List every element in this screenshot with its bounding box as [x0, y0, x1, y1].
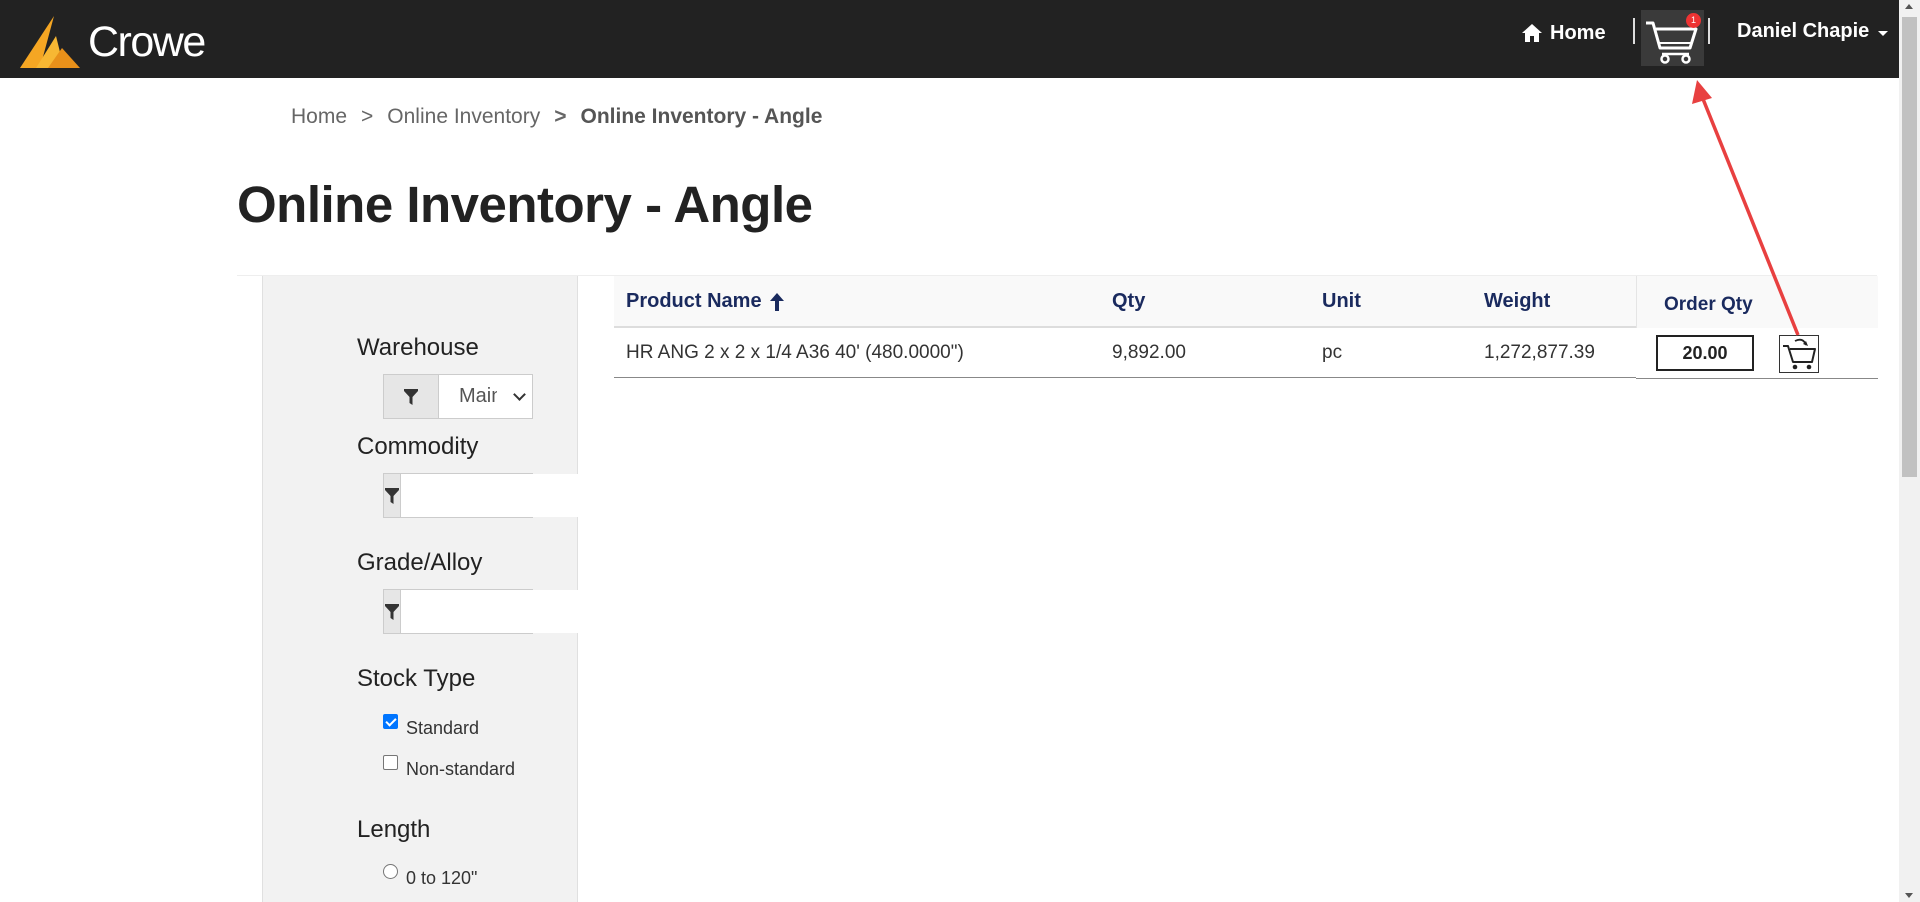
- breadcrumb-online-inventory[interactable]: Online Inventory: [387, 105, 540, 129]
- home-icon: [1522, 24, 1542, 42]
- length-label: Length: [357, 816, 431, 843]
- page-title: Online Inventory - Angle: [237, 176, 813, 233]
- nav-divider: [1708, 18, 1710, 44]
- standard-label: Standard: [406, 718, 480, 738]
- chevron-down-icon: [513, 387, 526, 401]
- caret-down-icon: [1878, 30, 1889, 36]
- column-header-qty[interactable]: Qty: [1112, 290, 1145, 313]
- brand-logo[interactable]: Crowe: [18, 16, 206, 68]
- nav-home-label: Home: [1550, 21, 1606, 44]
- filter-sidebar: Warehouse Main Commodity Grade/Alloy Sto…: [262, 276, 654, 902]
- commodity-input[interactable]: [401, 474, 654, 517]
- user-name: Daniel Chapie: [1737, 20, 1870, 42]
- scrollbar-thumb[interactable]: [1902, 17, 1917, 477]
- filter-icon: [385, 487, 399, 504]
- column-header-unit[interactable]: Unit: [1322, 290, 1361, 313]
- cart-count-badge: 1: [1686, 13, 1701, 28]
- add-to-cart-button[interactable]: [1779, 335, 1819, 373]
- grade-alloy-label: Grade/Alloy: [357, 549, 483, 576]
- cell-qty: 9,892.00: [1112, 342, 1186, 363]
- column-header-weight[interactable]: Weight: [1484, 290, 1550, 313]
- breadcrumb: Home > Online Inventory > Online Invento…: [291, 105, 822, 129]
- breadcrumb-current: Online Inventory - Angle: [580, 105, 823, 128]
- commodity-filter-button[interactable]: [384, 474, 401, 517]
- cart-button[interactable]: 1: [1641, 10, 1704, 66]
- length-0-120-label: 0 to 120": [406, 868, 478, 888]
- non-standard-label: Non-standard: [406, 759, 516, 779]
- breadcrumb-separator: >: [554, 105, 567, 128]
- warehouse-label: Warehouse: [357, 334, 479, 361]
- cell-weight: 1,272,877.39: [1484, 342, 1595, 363]
- add-to-cart-icon: [1783, 338, 1816, 370]
- stock-type-non-standard: Non-standard: [383, 755, 516, 780]
- order-qty-input[interactable]: [1656, 335, 1754, 371]
- grade-alloy-input[interactable]: [401, 590, 654, 633]
- warehouse-selected-value: Main: [459, 385, 497, 407]
- scroll-down-icon[interactable]: [1905, 893, 1913, 898]
- warehouse-select[interactable]: Main: [439, 375, 532, 418]
- order-qty-header-cell: Order Qty: [1636, 276, 1878, 328]
- filter-icon: [385, 603, 399, 620]
- crowe-logo-icon: [20, 16, 80, 68]
- product-name-header-label: Product Name: [626, 290, 762, 312]
- nav-divider: [1633, 18, 1635, 44]
- breadcrumb-home[interactable]: Home: [291, 105, 347, 129]
- stock-type-standard: Standard: [383, 714, 480, 739]
- sort-ascending-icon: [769, 292, 784, 311]
- column-header-order-qty: Order Qty: [1664, 294, 1753, 315]
- nav-home-link[interactable]: Home: [1521, 18, 1606, 48]
- length-option-0-120: 0 to 120": [383, 864, 478, 889]
- filter-icon: [404, 388, 418, 405]
- user-menu-dropdown[interactable]: Daniel Chapie: [1737, 20, 1889, 43]
- length-0-120-radio[interactable]: [383, 864, 398, 879]
- column-header-product-name[interactable]: Product Name: [626, 290, 785, 313]
- brand-name: Crowe: [88, 17, 206, 66]
- breadcrumb-separator: >: [361, 105, 374, 128]
- grade-alloy-filter: [383, 589, 654, 634]
- cell-product-name: HR ANG 2 x 2 x 1/4 A36 40' (480.0000"): [626, 342, 964, 363]
- table-row: HR ANG 2 x 2 x 1/4 A36 40' (480.0000") 9…: [614, 328, 1636, 378]
- scroll-up-icon[interactable]: [1905, 4, 1913, 9]
- page-scrollbar[interactable]: [1899, 0, 1920, 902]
- commodity-filter: [383, 473, 654, 518]
- top-navbar: Crowe Home 1 Daniel Chapie: [0, 0, 1899, 78]
- warehouse-filter-button[interactable]: [384, 375, 439, 418]
- grade-alloy-filter-button[interactable]: [384, 590, 401, 633]
- cell-unit: pc: [1322, 342, 1343, 363]
- stock-type-label: Stock Type: [357, 665, 476, 692]
- standard-checkbox[interactable]: [383, 714, 398, 729]
- order-qty-cell: [1636, 328, 1878, 379]
- non-standard-checkbox[interactable]: [383, 755, 398, 770]
- commodity-label: Commodity: [357, 433, 479, 460]
- warehouse-filter: Main: [383, 374, 533, 419]
